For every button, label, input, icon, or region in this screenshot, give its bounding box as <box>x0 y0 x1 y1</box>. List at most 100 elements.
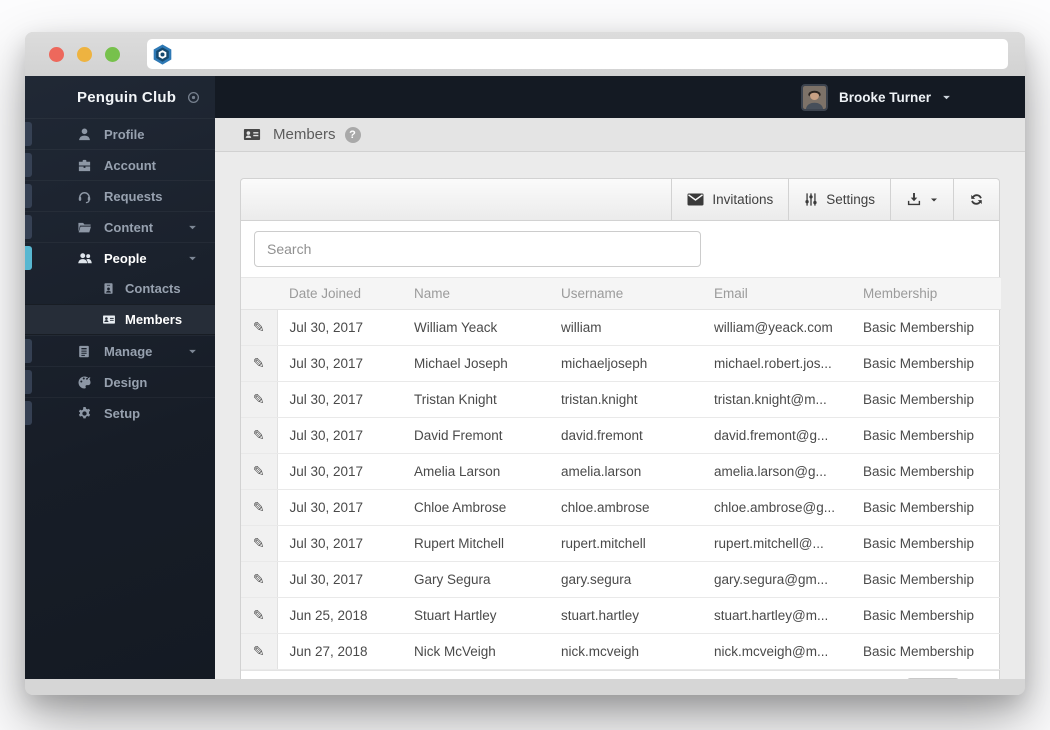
sidebar-item-members[interactable]: Members <box>25 304 215 335</box>
invitations-button[interactable]: Invitations <box>671 179 788 220</box>
pencil-icon: ✎ <box>252 391 265 408</box>
column-header-date-joined[interactable]: Date Joined <box>277 277 402 310</box>
headset-icon <box>77 189 93 204</box>
main-area: Brooke Turner Members ? Invitations Sett… <box>215 76 1025 679</box>
search-input[interactable] <box>254 231 701 267</box>
pencil-icon: ✎ <box>252 463 265 480</box>
cell-username: david.fremont <box>549 417 702 454</box>
cell-membership: Basic Membership <box>851 525 1001 562</box>
cell-username: stuart.hartley <box>549 597 702 634</box>
org-status-icon[interactable] <box>187 91 200 104</box>
sidebar-item-label: Members <box>125 312 183 327</box>
id-card-icon <box>102 313 116 326</box>
edit-row-button[interactable]: ✎ <box>241 453 278 490</box>
cell-name: Gary Segura <box>402 561 549 598</box>
sidebar-item-label: Requests <box>104 188 163 204</box>
panel-toolbar: Invitations Settings <box>241 179 999 221</box>
search-row <box>241 221 999 277</box>
window-close-button[interactable] <box>49 46 64 62</box>
page-header: Members ? <box>215 118 1025 152</box>
chevron-down-icon <box>189 349 196 353</box>
cell-email: rupert.mitchell@... <box>702 525 851 562</box>
cell-username: nick.mcveigh <box>549 633 702 670</box>
edit-row-button[interactable]: ✎ <box>241 345 278 382</box>
edge-tab <box>25 339 32 363</box>
column-header-name[interactable]: Name <box>402 277 549 310</box>
table-row: ✎ Jul 30, 2017 David Fremont david.fremo… <box>241 417 1001 454</box>
cell-name: Amelia Larson <box>402 453 549 490</box>
edit-row-button[interactable]: ✎ <box>241 381 278 418</box>
cell-membership: Basic Membership <box>851 633 1001 670</box>
table-row: ✎ Jul 30, 2017 William Yeack william wil… <box>241 309 1001 346</box>
edit-row-button[interactable]: ✎ <box>241 525 278 562</box>
sidebar-item-requests[interactable]: Requests <box>25 180 215 211</box>
sidebar-item-design[interactable]: Design <box>25 366 215 397</box>
pencil-icon: ✎ <box>252 571 265 588</box>
cell-date: Jul 30, 2017 <box>277 489 402 526</box>
edit-row-button[interactable]: ✎ <box>241 489 278 526</box>
sidebar-item-setup[interactable]: Setup <box>25 397 215 428</box>
sidebar-item-label: Setup <box>104 405 141 421</box>
sidebar-item-contacts[interactable]: Contacts <box>25 273 215 304</box>
content-area: Invitations Settings Search Date Joined … <box>215 152 1025 679</box>
window-minimize-button[interactable] <box>77 46 92 62</box>
export-button[interactable] <box>890 179 953 220</box>
org-name: Penguin Club <box>77 88 177 106</box>
cell-name: Chloe Ambrose <box>402 489 549 526</box>
refresh-icon <box>969 192 984 207</box>
window-zoom-button[interactable] <box>105 46 120 62</box>
cell-membership: Basic Membership <box>851 453 1001 490</box>
cell-date: Jul 30, 2017 <box>277 525 402 562</box>
pagination-bar: Page 1 of 2 (12 items) ‹ 1 › 10 <box>241 670 999 679</box>
address-bar[interactable] <box>147 39 1008 69</box>
chevron-down-icon <box>189 256 196 260</box>
column-header-membership[interactable]: Membership <box>851 277 1001 310</box>
edge-tab-active <box>25 246 32 270</box>
cell-name: Rupert Mitchell <box>402 525 549 562</box>
edit-row-button[interactable]: ✎ <box>241 561 278 598</box>
chevron-down-icon <box>931 198 937 201</box>
app-topbar: Brooke Turner <box>215 76 1025 118</box>
browser-titlebar <box>25 32 1025 76</box>
edit-row-button[interactable]: ✎ <box>241 633 278 670</box>
cell-email: tristan.knight@m... <box>702 381 851 418</box>
cell-date: Jul 30, 2017 <box>277 345 402 382</box>
column-header-email[interactable]: Email <box>702 277 851 310</box>
gear-icon <box>77 406 93 421</box>
column-header-username[interactable]: Username <box>549 277 702 310</box>
table-row: ✎ Jul 30, 2017 Michael Joseph michaeljos… <box>241 345 1001 382</box>
sidebar-item-manage[interactable]: Manage <box>25 335 215 366</box>
cell-date: Jul 30, 2017 <box>277 417 402 454</box>
refresh-button[interactable] <box>953 179 999 220</box>
edge-tab <box>25 122 32 146</box>
browser-window: Penguin Club Profile Account Requests Co… <box>25 32 1025 695</box>
table-row: ✎ Jul 30, 2017 Chloe Ambrose chloe.ambro… <box>241 489 1001 526</box>
members-table: Date Joined Name Username Email Membersh… <box>241 277 1001 670</box>
cell-membership: Basic Membership <box>851 381 1001 418</box>
sidebar-item-profile[interactable]: Profile <box>25 118 215 149</box>
page-title: Members <box>273 126 336 143</box>
settings-button[interactable]: Settings <box>788 179 890 220</box>
cell-email: william@yeack.com <box>702 309 851 346</box>
cell-username: michaeljoseph <box>549 345 702 382</box>
cell-date: Jun 27, 2018 <box>277 633 402 670</box>
sidebar-item-content[interactable]: Content <box>25 211 215 242</box>
cell-name: Tristan Knight <box>402 381 549 418</box>
help-icon[interactable]: ? <box>344 126 361 143</box>
avatar <box>800 83 828 111</box>
user-menu[interactable]: Brooke Turner <box>800 83 951 111</box>
cell-email: michael.robert.jos... <box>702 345 851 382</box>
edit-row-button[interactable]: ✎ <box>241 309 278 346</box>
table-row: ✎ Jul 30, 2017 Tristan Knight tristan.kn… <box>241 381 1001 418</box>
edit-row-button[interactable]: ✎ <box>241 597 278 634</box>
sidebar-item-account[interactable]: Account <box>25 149 215 180</box>
sidebar-item-label: Contacts <box>125 281 181 296</box>
user-name: Brooke Turner <box>838 89 931 105</box>
sidebar-item-label: People <box>104 250 147 266</box>
edit-row-button[interactable]: ✎ <box>241 417 278 454</box>
sidebar-item-people[interactable]: People <box>25 242 215 273</box>
cell-email: chloe.ambrose@g... <box>702 489 851 526</box>
table-row: ✎ Jul 30, 2017 Rupert Mitchell rupert.mi… <box>241 525 1001 562</box>
cell-name: Stuart Hartley <box>402 597 549 634</box>
window-bottom-bezel <box>25 679 1025 695</box>
